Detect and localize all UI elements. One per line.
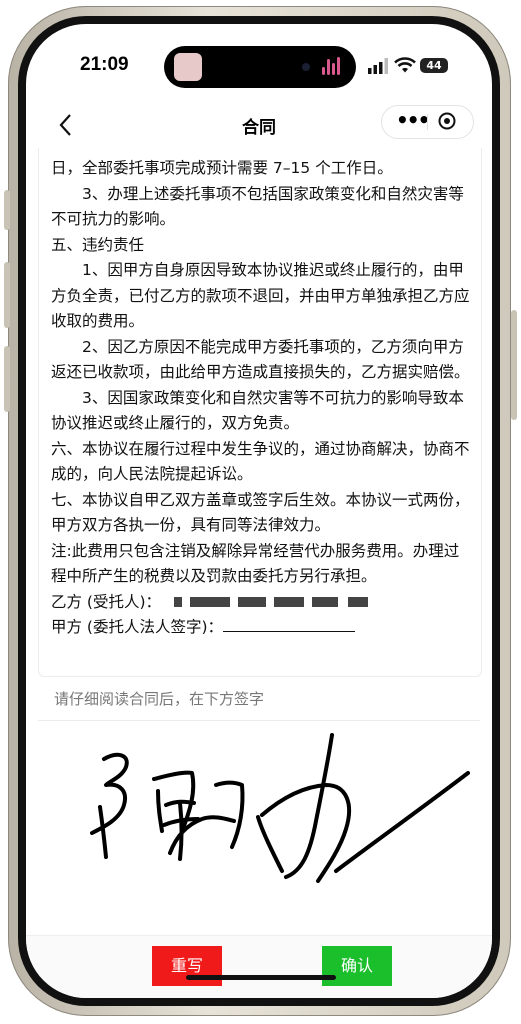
contract-heading: 五、违约责任 xyxy=(51,235,145,254)
party-a-line: 甲方 (委托人法人签字)： xyxy=(39,615,481,641)
contract-text-panel[interactable]: 日，全部委托事项完成预计需要 7–15 个工作日。 3、办理上述委托事项不包括国… xyxy=(38,148,482,677)
camera-icon xyxy=(302,63,310,71)
capsule-divider xyxy=(427,114,428,130)
contract-note: 注:此费用只包含注销及解除异常经营代办服务费用。办理过程中所产生的税费以及罚款由… xyxy=(51,541,460,586)
volume-down-button xyxy=(4,346,10,412)
confirm-button[interactable]: 确认 xyxy=(322,946,392,986)
redacted-party-b-name xyxy=(172,593,377,611)
contract-paragraph: 六、本协议在履行过程中发生争议的，通过协商解决，协商不成的，向人民法院提起诉讼。 xyxy=(51,439,470,484)
status-time: 21:09 xyxy=(80,54,129,75)
signature-canvas[interactable] xyxy=(26,721,492,935)
audio-wave-icon xyxy=(322,57,344,77)
contract-paragraph: 3、办理上述委托事项不包括国家政策变化和自然灾害等不可抗力的影响。 xyxy=(51,184,464,229)
record-icon[interactable] xyxy=(438,112,456,130)
status-bar: 21:09 44 xyxy=(26,24,492,104)
contract-paragraph: 日，全部委托事项完成预计需要 7–15 个工作日。 xyxy=(51,159,393,177)
now-playing-thumbnail xyxy=(174,53,202,81)
contract-paragraph: 1、因甲方自身原因导致本协议推迟或终止履行的，由甲方负全责，已付乙方的款项不退回… xyxy=(51,261,470,330)
party-a-label: 甲方 (委托人法人签字)： xyxy=(51,618,224,636)
wifi-icon xyxy=(394,57,416,73)
action-button xyxy=(4,190,10,230)
contract-paragraph: 七、本协议自甲乙双方盖章或签字后生效。本协议一式两份，甲方双方各执一份，具有同等… xyxy=(51,490,470,535)
sign-hint: 请仔细阅读合同后，在下方签字 xyxy=(54,690,265,708)
navigation-bar: 合同 ••• xyxy=(26,104,492,148)
rewrite-button[interactable]: 重写 xyxy=(152,946,222,986)
bottom-action-bar: 重写 确认 xyxy=(26,935,492,998)
power-button xyxy=(511,310,517,420)
party-a-signature-blank xyxy=(223,617,356,632)
cellular-signal-icon xyxy=(368,58,388,74)
party-b-label: 乙方 (受托人)： xyxy=(51,592,162,611)
volume-up-button xyxy=(4,262,10,328)
contract-paragraph: 3、因国家政策变化和自然灾害等不可抗力的影响导致本协议推迟或终止履行的，双方免责… xyxy=(51,388,464,433)
mini-program-capsule: ••• xyxy=(381,105,474,139)
more-dots-icon[interactable]: ••• xyxy=(396,110,430,130)
home-indicator[interactable] xyxy=(186,975,336,980)
screen: 21:09 44 合同 ••• 日，全部委托事项完成预计需要 7–15 个工作日… xyxy=(26,24,492,998)
status-icons: 44 xyxy=(368,56,458,76)
party-b-line: 乙方 (受托人)： xyxy=(39,590,481,616)
contract-paragraph: 2、因乙方原因不能完成甲方委托事项的，乙方须向甲方返还已收款项，由此给甲方造成直… xyxy=(51,337,470,382)
battery-icon: 44 xyxy=(420,58,448,73)
dynamic-island xyxy=(164,46,356,88)
